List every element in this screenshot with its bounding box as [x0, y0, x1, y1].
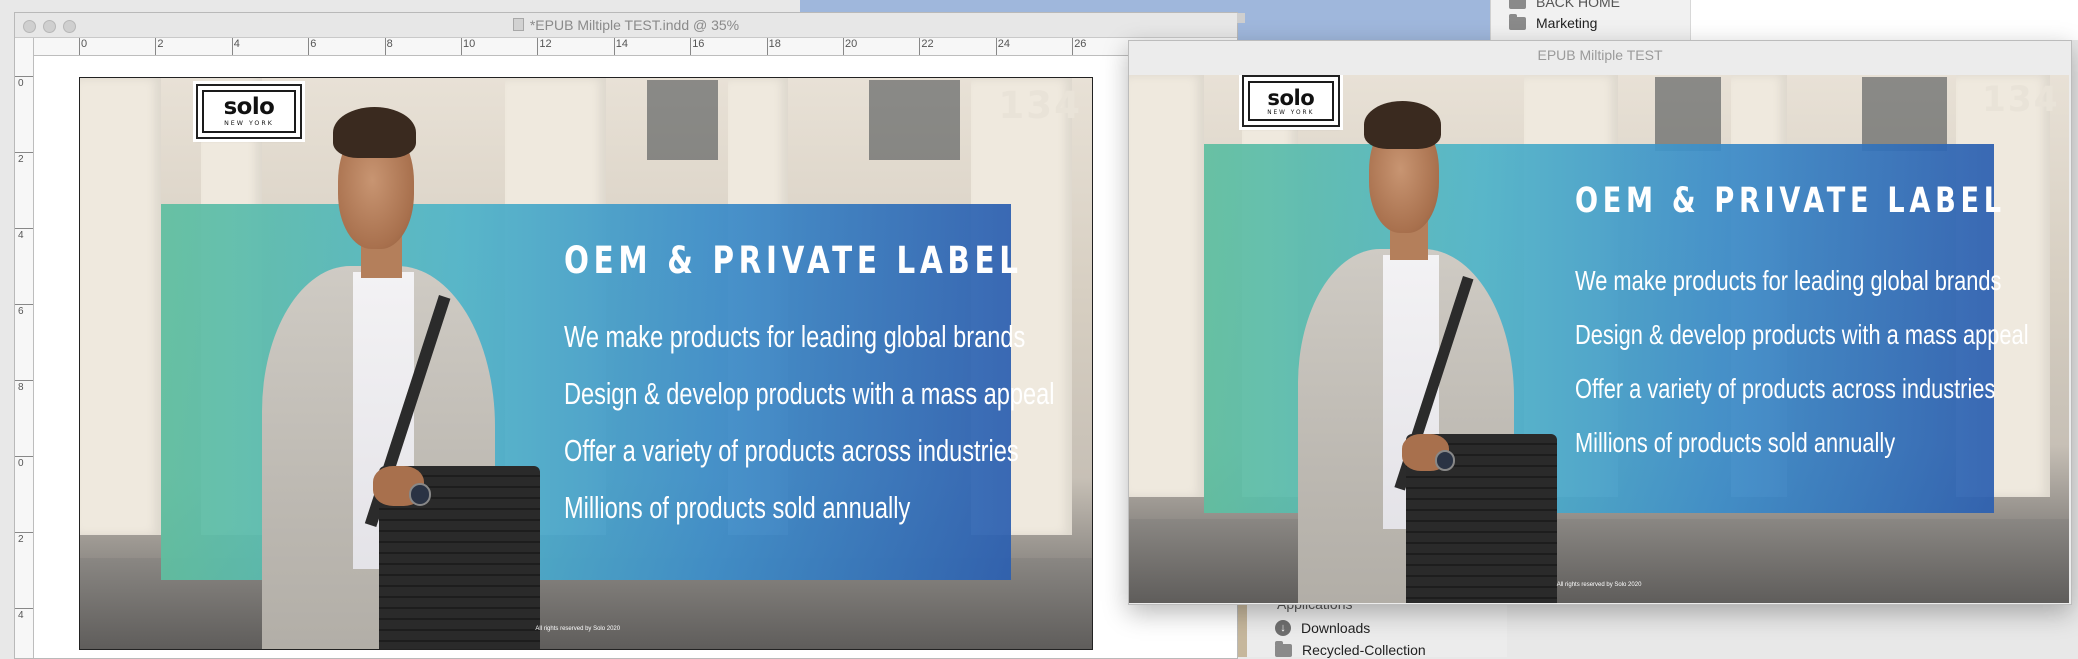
finder-item-back-home[interactable]: BACK HOME: [1509, 0, 1620, 10]
window-title-text: *EPUB Miltiple TEST.indd @ 35%: [529, 17, 740, 33]
logo-frame: solo NEW YORK: [1247, 81, 1334, 121]
ruler-tick-label: 24: [995, 38, 1011, 55]
finder-item-label: Downloads: [1301, 620, 1371, 636]
folder-icon: [1509, 0, 1526, 9]
building-column: [80, 78, 161, 535]
ruler-tick-label: 4: [15, 608, 32, 621]
indesign-titlebar[interactable]: *EPUB Miltiple TEST.indd @ 35%: [15, 13, 1245, 38]
building-number: 134: [1981, 80, 2060, 121]
building-window: [1655, 77, 1722, 151]
building-window: [869, 80, 961, 160]
ruler-tick-label: 20: [842, 38, 858, 55]
epub-preview-slide: 134 solo NEW YORK OEM & PRIVATE LABEL We mak…: [1129, 75, 2069, 603]
folder-icon: [1509, 13, 1526, 30]
logo-wordmark: solo: [1267, 85, 1315, 111]
wristwatch: [1434, 449, 1456, 471]
building-column: [1129, 75, 1205, 498]
ruler-tick-label: 0: [15, 456, 32, 469]
download-icon: ↓: [1275, 620, 1291, 636]
ruler-tick-label: 4: [15, 228, 32, 241]
person-hair: [333, 106, 416, 158]
ruler-tick-label: 6: [15, 304, 32, 317]
sidewalk-steps: [1129, 518, 2069, 603]
folder-icon: [1275, 640, 1292, 657]
window-title: *EPUB Miltiple TEST.indd @ 35%: [15, 17, 1237, 33]
slide-bullet-2: Design & develop products with a mass ap…: [563, 377, 1055, 411]
window-edge: [1237, 13, 1245, 23]
ruler-tick-label: 6: [308, 38, 317, 55]
slide-bullet-2: Design & develop products with a mass ap…: [1574, 318, 2029, 350]
indesign-page-slide[interactable]: 134 solo NEW YORK OEM & PRIVATE LABEL We mak…: [79, 77, 1093, 650]
building-window: [1862, 77, 1947, 151]
solo-logo: solo NEW YORK: [1241, 75, 1340, 127]
logo-wordmark: solo: [223, 93, 275, 120]
ruler-tick-label: 12: [537, 38, 552, 55]
ruler-tick-label: 2: [15, 532, 32, 545]
finder-item-downloads[interactable]: ↓ Downloads: [1275, 620, 1370, 636]
slide-bullet-1: We make products for leading global bran…: [1574, 265, 2002, 297]
slide-bullet-1: We make products for leading global bran…: [563, 320, 1025, 354]
finder-item-label: BACK HOME: [1536, 0, 1621, 10]
ruler-tick-label: 16: [690, 38, 705, 55]
finder-content-area: [1690, 0, 2078, 40]
finder-item-marketing[interactable]: Marketing: [1509, 13, 1598, 31]
copyright-notice: All rights reserved by Solo 2020: [535, 626, 621, 633]
ruler-tick-label: 14: [613, 38, 629, 55]
logo-frame: solo NEW YORK: [202, 89, 296, 134]
ruler-tick-label: 26: [1072, 38, 1087, 55]
solo-logo: solo NEW YORK: [196, 83, 302, 140]
finder-item-label: Recycled-Collection: [1302, 642, 1426, 658]
logo-subline: NEW YORK: [1267, 110, 1315, 117]
horizontal-ruler[interactable]: 0 2 4 6 8 10 12 14 16 18 20 22 24 26: [33, 38, 1237, 56]
finder-item-recycled[interactable]: Recycled-Collection: [1275, 640, 1426, 658]
slide-headline: OEM & PRIVATE LABEL: [563, 237, 1023, 282]
document-icon: [512, 18, 524, 31]
ruler-tick-label: 0: [15, 76, 32, 89]
logo-subline: NEW YORK: [224, 119, 274, 127]
ruler-tick-label: 2: [155, 38, 164, 55]
ruler-tick-label: 10: [460, 38, 476, 55]
ruler-tick-label: 0: [78, 38, 88, 55]
slide-bullet-3: Offer a variety of products across indus…: [563, 434, 1019, 468]
vertical-ruler[interactable]: 0 2 4 6 8 0 2 4: [15, 38, 34, 658]
slide-bullet-4: Millions of products sold annually: [563, 491, 910, 525]
copyright-notice: All rights reserved by Solo 2020: [1556, 581, 1642, 588]
building-window: [646, 80, 718, 160]
slide-bullet-4: Millions of products sold annually: [1574, 426, 1895, 458]
person-hair: [1364, 101, 1442, 149]
ruler-tick-label: 4: [231, 38, 240, 55]
ruler-tick-label: 18: [766, 38, 781, 55]
wristwatch: [408, 483, 432, 506]
building-number: 134: [998, 83, 1082, 127]
ruler-tick-label: 2: [15, 152, 32, 165]
finder-bottom-sidebar: Applications ↓ Downloads Recycled-Collec…: [1235, 596, 1507, 658]
ruler-tick-label: 8: [384, 38, 393, 55]
slide-bullet-3: Offer a variety of products across indus…: [1574, 372, 1995, 404]
finder-item-label: Marketing: [1536, 15, 1598, 31]
ruler-tick-label: 22: [919, 38, 934, 55]
ruler-tick-label: 8: [15, 380, 32, 393]
epub-window-title: EPUB Miltiple TEST: [1537, 47, 1663, 63]
slide-headline: OEM & PRIVATE LABEL: [1574, 180, 2006, 221]
